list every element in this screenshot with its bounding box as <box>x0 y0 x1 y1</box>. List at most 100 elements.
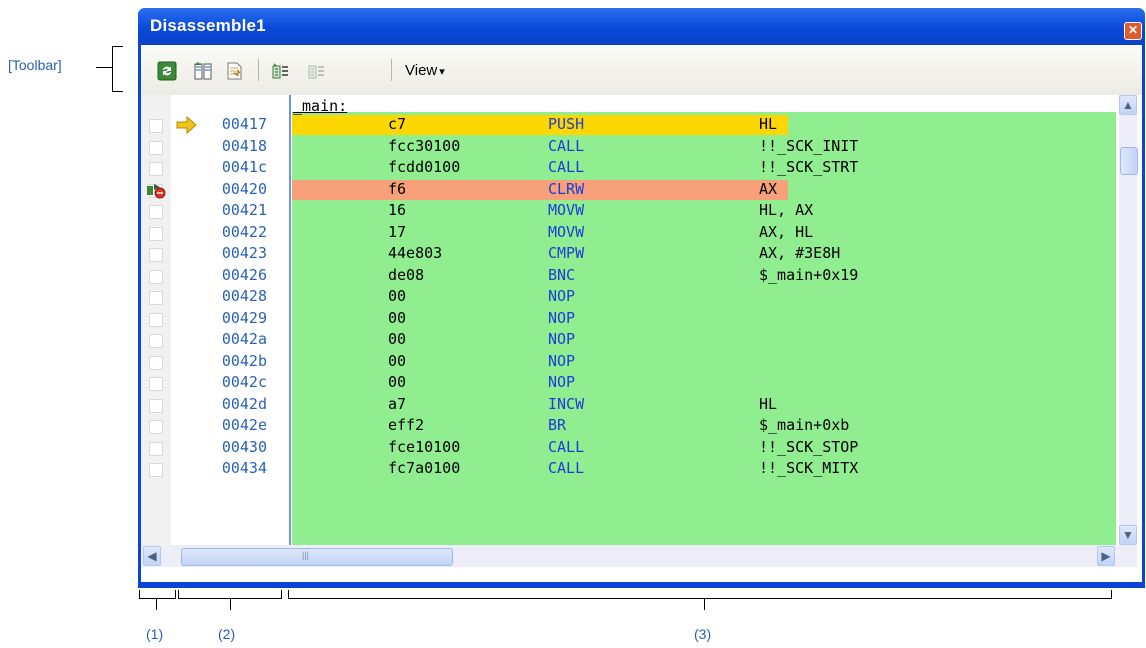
code-cell: 00 <box>388 373 407 391</box>
show-code-icon[interactable] <box>193 61 213 81</box>
code-cell: fcc30100 <box>388 136 461 155</box>
view-menu-label: View <box>405 62 438 79</box>
disassembly-row[interactable]: 00430 fce10100 CALL !!_SCK_STOP <box>141 438 1116 458</box>
mnemonic-cell: CALL <box>548 459 585 477</box>
event-slot[interactable] <box>149 226 163 241</box>
disassembly-row[interactable]: 00422 17 MOVW AX, HL <box>141 223 1116 243</box>
event-slot[interactable] <box>149 334 163 348</box>
symbol-label: _main: <box>293 97 348 115</box>
disassembly-panel[interactable]: _main: 00417 c7 PUSH HL 00418 fcc30100 CALL !!_… <box>141 95 1142 582</box>
disassembly-row[interactable]: 00423 44e803 CMPW AX, #3E8H <box>141 244 1116 264</box>
code-cell: fce10100 <box>388 437 461 456</box>
mnemonic-cell: NOP <box>548 330 576 348</box>
operand-cell: !!_SCK_STRT <box>759 158 859 176</box>
disassembly-row[interactable]: 0042e eff2 BR $_main+0xb <box>141 416 1116 436</box>
mnemonic-cell: CALL <box>548 136 585 155</box>
code-cell: 44e803 <box>388 244 443 262</box>
disassembly-row[interactable]: 00428 00 NOP <box>141 287 1116 307</box>
mnemonic-cell: CMPW <box>548 244 585 262</box>
code-cell: 00 <box>388 287 407 305</box>
title-bar[interactable]: Disassemble1 ✕ <box>138 8 1145 45</box>
address-cell: 00429 <box>221 308 267 327</box>
event-slot[interactable] <box>149 398 163 413</box>
next-symbol-icon[interactable] <box>307 61 327 81</box>
address-cell: 00420 <box>221 179 267 198</box>
scroll-grip-icon: ||| <box>302 550 310 560</box>
disassembly-row[interactable]: 00418 fcc30100 CALL !!_SCK_INIT <box>141 137 1116 157</box>
view-menu-button[interactable]: View ▾ <box>405 62 445 79</box>
scroll-up-button[interactable]: ▲ <box>1119 95 1137 115</box>
address-cell: 0042a <box>221 330 267 348</box>
address-cell: 0042d <box>221 394 267 413</box>
address-cell: 0041c <box>221 158 267 176</box>
chevron-down-icon: ▾ <box>439 66 445 78</box>
address-cell: 00421 <box>221 201 267 219</box>
scroll-right-button[interactable]: ▶ <box>1097 546 1115 566</box>
breakpoint-highlight <box>292 179 788 200</box>
event-slot[interactable] <box>149 140 163 155</box>
horizontal-scrollbar[interactable]: ◀ ||| ▶ <box>141 545 1137 567</box>
disassembly-row[interactable]: 00429 00 NOP <box>141 309 1116 329</box>
operand-cell: HL <box>759 115 778 133</box>
breakpoint-icon[interactable] <box>145 180 167 204</box>
disassembly-row[interactable]: 00426 de08 BNC $_main+0x19 <box>141 266 1116 286</box>
toolbar-bracket-line <box>96 67 112 68</box>
address-cell: 00434 <box>221 459 267 477</box>
event-slot[interactable] <box>149 248 163 262</box>
operand-cell: !!_SCK_MITX <box>759 459 859 477</box>
disassembly-row[interactable]: 00421 16 MOVW HL, AX <box>141 201 1116 221</box>
event-slot[interactable] <box>149 119 163 133</box>
disassembly-row[interactable]: 00434 fc7a0100 CALL !!_SCK_MITX <box>141 459 1116 479</box>
refresh-icon[interactable] <box>157 61 177 81</box>
event-slot[interactable] <box>149 463 163 477</box>
event-slot[interactable] <box>149 420 163 434</box>
event-slot[interactable] <box>149 355 163 370</box>
code-cell: 00 <box>388 330 407 348</box>
code-cell: eff2 <box>388 416 425 434</box>
area3-label: (3) <box>694 626 712 642</box>
event-slot[interactable] <box>149 291 163 305</box>
disassembly-row[interactable]: 0042a 00 NOP <box>141 330 1116 350</box>
disassembly-row[interactable]: 0042b 00 NOP <box>141 352 1116 372</box>
jump-to-source-icon[interactable] <box>225 61 245 81</box>
event-slot[interactable] <box>149 269 163 284</box>
horizontal-scroll-thumb[interactable]: ||| <box>181 548 453 566</box>
area3-bracket <box>288 590 1112 599</box>
disassembly-row[interactable]: 0042c 00 NOP <box>141 373 1116 393</box>
event-slot[interactable] <box>149 312 163 327</box>
mnemonic-cell: CLRW <box>548 179 585 198</box>
area1-tick <box>156 598 157 610</box>
code-cell: fcdd0100 <box>388 158 461 176</box>
mnemonic-cell: BNC <box>548 265 576 284</box>
code-cell: 16 <box>388 201 407 219</box>
current-line-highlight <box>292 115 788 135</box>
scroll-down-button[interactable]: ▼ <box>1119 525 1137 545</box>
scroll-left-button[interactable]: ◀ <box>143 546 161 566</box>
previous-symbol-icon[interactable] <box>271 61 291 81</box>
code-cell: 00 <box>388 351 407 370</box>
event-slot[interactable] <box>149 205 163 219</box>
vertical-scroll-thumb[interactable] <box>1120 147 1138 175</box>
symbol-label-row <box>292 95 1116 112</box>
address-cell: 00422 <box>221 222 267 241</box>
toolbar-separator <box>391 59 392 81</box>
disassembly-row[interactable]: 0041c fcdd0100 CALL !!_SCK_STRT <box>141 158 1116 178</box>
toolbar-bracket <box>112 46 123 92</box>
event-slot[interactable] <box>149 441 163 456</box>
toolbar-separator <box>258 59 259 81</box>
vertical-scrollbar[interactable]: ▲ ▼ <box>1119 95 1138 545</box>
area3-tick <box>704 598 705 610</box>
event-slot[interactable] <box>149 377 163 391</box>
disassembly-row[interactable]: 00420 f6 CLRW AX <box>141 179 1116 200</box>
address-cell: 00417 <box>221 115 267 133</box>
address-cell: 00426 <box>221 265 267 284</box>
disassembly-row[interactable]: 00417 c7 PUSH HL <box>141 115 1116 135</box>
operand-cell: $_main+0x19 <box>759 265 859 284</box>
disassembly-row[interactable]: 0042d a7 INCW HL <box>141 395 1116 415</box>
event-slot[interactable] <box>149 162 163 176</box>
address-cell: 00423 <box>221 244 267 262</box>
operand-cell: AX, HL <box>759 222 814 241</box>
code-cell: de08 <box>388 265 425 284</box>
close-button[interactable]: ✕ <box>1124 22 1142 40</box>
code-cell: fc7a0100 <box>388 459 461 477</box>
